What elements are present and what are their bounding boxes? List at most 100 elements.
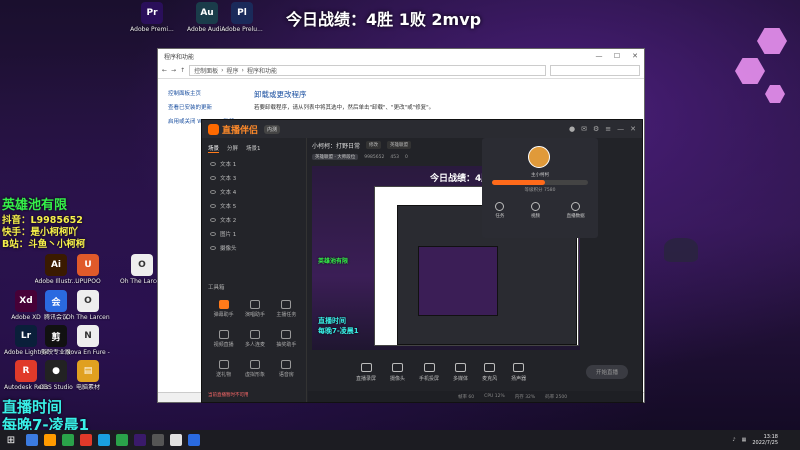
eye-icon[interactable] — [210, 204, 216, 208]
taskbar-app-icon[interactable] — [152, 434, 164, 446]
app-icon: 剪 — [45, 325, 67, 347]
room-category[interactable]: 英雄联盟 — [387, 141, 412, 149]
speaker-icon[interactable]: ♪ — [732, 437, 735, 443]
tab-scene1[interactable]: 场景1 — [246, 144, 261, 153]
room-edit-button[interactable]: 修改 — [366, 141, 382, 149]
taskbar-app-icon[interactable] — [170, 434, 182, 446]
breadcrumb-item[interactable]: 控制面板 — [194, 66, 218, 75]
task-button[interactable]: 任务 — [495, 202, 505, 219]
tool-button[interactable]: 送礼物 — [208, 360, 239, 378]
tool-button[interactable]: 弹幕助手 — [208, 300, 239, 318]
scene-item[interactable]: 摄像头 — [202, 241, 306, 255]
scene-item[interactable]: 文本 5 — [202, 199, 306, 213]
taskbar-app-icon[interactable] — [62, 434, 74, 446]
tab-split[interactable]: 分屏 — [227, 144, 238, 153]
close-icon[interactable]: ✕ — [626, 52, 644, 60]
source-label: 手机投屏 — [419, 375, 440, 382]
taskbar-app-icon[interactable] — [116, 434, 128, 446]
back-icon[interactable]: ← — [162, 67, 167, 74]
taskbar-app-icon[interactable] — [44, 434, 56, 446]
source-icon — [360, 362, 372, 372]
tool-button[interactable]: 多人连麦 — [239, 330, 270, 348]
tool-button[interactable]: 视频直播 — [208, 330, 239, 348]
app-icon: ● — [45, 360, 67, 382]
video-button[interactable]: 视频 — [530, 202, 540, 219]
tool-button[interactable]: 语音房 — [271, 360, 302, 378]
source-button[interactable]: 手机投屏 — [419, 362, 440, 382]
desktop-icon[interactable]: Pl Adobe Prelu... — [220, 2, 264, 33]
scene-label: 文本 1 — [220, 162, 237, 168]
scene-label: 摄像头 — [220, 246, 237, 252]
tool-label: 虚拟形象 — [244, 372, 265, 378]
cat-figure — [664, 238, 698, 262]
eye-icon[interactable] — [210, 232, 216, 236]
breadcrumb-item[interactable]: 程序和功能 — [247, 66, 277, 75]
taskbar-app-icon[interactable] — [26, 434, 38, 446]
window-titlebar[interactable]: 程序和功能 — ☐ ✕ — [158, 49, 644, 63]
taskbar-app-icon[interactable] — [80, 434, 92, 446]
network-icon[interactable]: ▦ — [742, 437, 747, 443]
tool-button[interactable]: 抽奖助手 — [271, 330, 302, 348]
scene-item[interactable]: 文本 4 — [202, 185, 306, 199]
desktop-icon-label: Nova En Fure - La... — [66, 349, 110, 356]
eye-icon[interactable] — [210, 246, 216, 250]
message-icon[interactable]: ✉ — [581, 125, 587, 133]
avatar-icon[interactable]: ● — [569, 125, 575, 133]
eye-icon[interactable] — [210, 190, 216, 194]
close-icon[interactable]: ✕ — [630, 125, 636, 133]
tab-scene[interactable]: 场景 — [208, 144, 220, 153]
app-icon: O — [131, 254, 153, 276]
eye-icon[interactable] — [210, 162, 216, 166]
clock[interactable]: 13:18 2022/7/25 — [752, 434, 778, 446]
desktop-icon[interactable]: ▤ 电脑素材 — [66, 360, 110, 391]
app-titlebar[interactable]: 直播伴侣 内测 ● ✉ ⚙ ≡ — ✕ — [202, 120, 642, 138]
scene-item[interactable]: 文本 2 — [202, 213, 306, 227]
menu-icon[interactable]: ≡ — [605, 125, 611, 133]
breadcrumb[interactable]: 控制面板 › 程序 › 程序和功能 — [189, 65, 546, 76]
taskbar-app-icon[interactable] — [98, 434, 110, 446]
up-icon[interactable]: ↑ — [180, 67, 185, 74]
desktop-icon-label: Oh The Larceny... — [66, 314, 110, 321]
minimize-icon[interactable]: — — [617, 125, 624, 133]
start-live-button[interactable]: 开始直播 — [586, 365, 628, 379]
tool-button[interactable]: 虚拟形象 — [239, 360, 270, 378]
scene-label: 文本 3 — [220, 176, 237, 182]
taskbar-app-icon[interactable] — [188, 434, 200, 446]
scene-item[interactable]: 文本 3 — [202, 171, 306, 185]
tool-icon — [281, 300, 292, 309]
settings-icon[interactable]: ⚙ — [593, 125, 599, 133]
scene-item[interactable]: 图片 1 — [202, 227, 306, 241]
source-label: 直播录屏 — [356, 375, 377, 382]
source-button[interactable]: 扬声器 — [511, 362, 526, 382]
source-button[interactable]: 麦克风 — [482, 362, 497, 382]
desktop-icon[interactable]: Pr Adobe Premi... — [130, 2, 174, 33]
eye-icon[interactable] — [210, 218, 216, 222]
minimize-icon[interactable]: — — [590, 52, 608, 60]
scene-item[interactable]: 文本 1 — [202, 157, 306, 171]
source-button[interactable]: 摄像头 — [390, 362, 405, 382]
live-data-button[interactable]: 直播数据 — [567, 202, 585, 219]
taskbar-app-icon[interactable] — [134, 434, 146, 446]
windows-start-icon[interactable]: ⊞ — [0, 435, 22, 446]
forward-icon[interactable]: → — [171, 67, 176, 74]
source-button[interactable]: 多媒体 — [453, 362, 468, 382]
sidebar-link-updates[interactable]: 查看已安装的更新 — [168, 103, 238, 111]
sidebar-link-home[interactable]: 控制面板主页 — [168, 89, 238, 97]
desktop-icon[interactable]: O Oh The Larceny... — [66, 290, 110, 321]
source-button[interactable]: 直播录屏 — [356, 362, 377, 382]
desktop-icon[interactable]: N Nova En Fure - La... — [66, 325, 110, 356]
task-icon — [495, 202, 505, 211]
tool-button[interactable]: 演唱助手 — [239, 300, 270, 318]
maximize-icon[interactable]: ☐ — [608, 52, 626, 60]
desktop-icon-label: Adobe Premi... — [130, 26, 174, 33]
breadcrumb-item[interactable]: 程序 — [227, 66, 239, 75]
search-input[interactable] — [550, 65, 640, 76]
viewer-count: 453 — [390, 154, 399, 160]
avatar[interactable] — [528, 146, 550, 168]
tool-icon — [249, 360, 260, 369]
app-icon: Ai — [45, 254, 67, 276]
source-toolbar: 直播录屏 摄像头 手机投屏 多媒体 麦克风 扬声器 开始直播 — [308, 354, 642, 390]
desktop-icon[interactable]: U UPUPOO — [66, 254, 110, 285]
tool-button[interactable]: 主播任务 — [271, 300, 302, 318]
eye-icon[interactable] — [210, 176, 216, 180]
